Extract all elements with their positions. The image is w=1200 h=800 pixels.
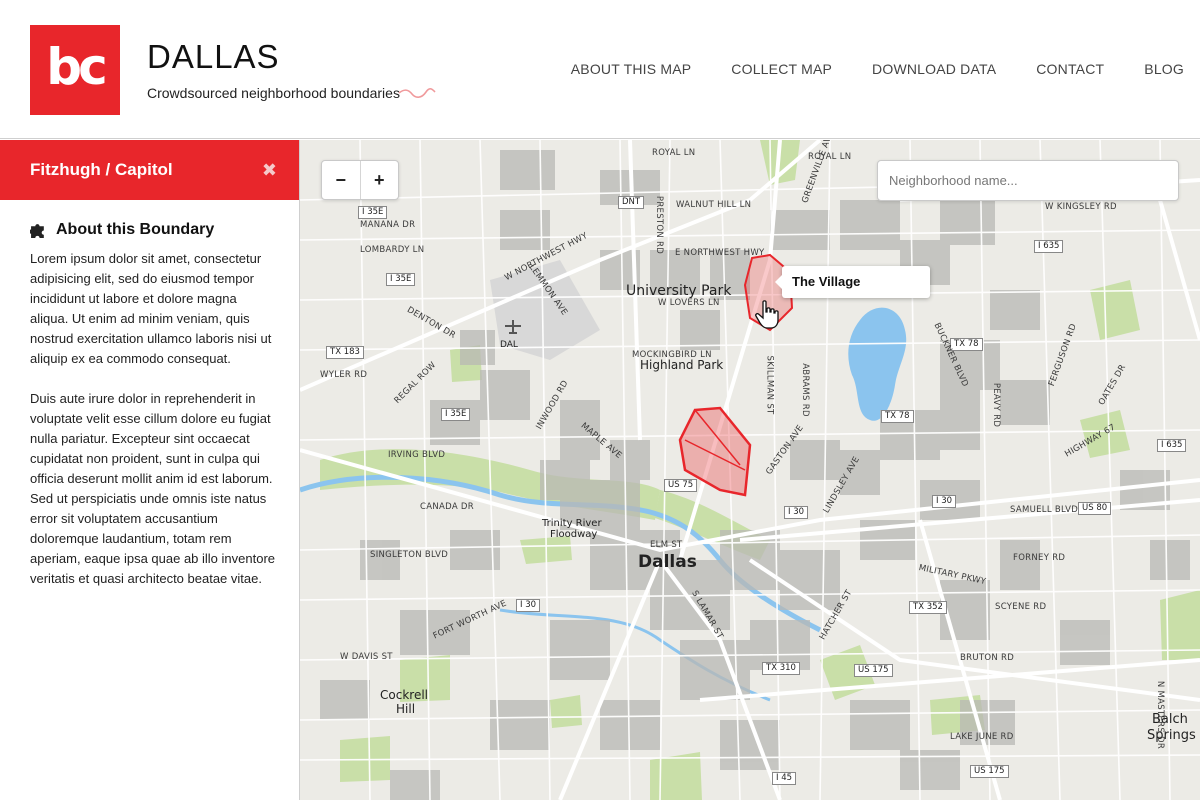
about-heading-text: About this Boundary (56, 221, 215, 238)
shield-tx78: TX 78 (881, 410, 914, 423)
street-label: SKILLMAN ST (764, 355, 775, 415)
zoom-out-button[interactable]: − (322, 161, 360, 199)
shield-i30: I 30 (784, 506, 809, 519)
shield-us175: US 175 (970, 765, 1009, 778)
shield-us80: US 80 (1078, 502, 1112, 515)
squiggle-decoration-icon (398, 88, 436, 98)
nav-about-this-map[interactable]: ABOUT THIS MAP (571, 61, 692, 77)
street-label: WALNUT HILL LN (676, 200, 752, 210)
shield-us175: US 175 (854, 664, 893, 677)
puzzle-icon (30, 223, 44, 238)
street-label: PRESTON RD (654, 195, 665, 255)
place-highland-park: Highland Park (640, 358, 724, 372)
shield-tx183: TX 183 (326, 346, 364, 359)
shield-dnt: DNT (618, 196, 645, 209)
shield-i35e: I 35E (358, 206, 388, 219)
shield-i35e: I 35E (441, 408, 471, 421)
shield-tx310: TX 310 (762, 662, 800, 675)
shield-tx352: TX 352 (909, 601, 947, 614)
street-label: FORNEY RD (1013, 553, 1066, 563)
map-tiles (300, 140, 1200, 800)
about-heading: About this Boundary (30, 221, 299, 239)
place-hill: Hill (396, 702, 416, 716)
zoom-control: − + (321, 160, 399, 200)
nav-blog[interactable]: BLOG (1144, 61, 1184, 77)
shield-i635: I 635 (1157, 439, 1187, 452)
street-label: ELM ST (650, 540, 683, 550)
street-label: ABRAMS RD (799, 363, 810, 417)
site-tagline: Crowdsourced neighborhood boundaries (147, 85, 400, 101)
shield-i30: I 30 (932, 495, 957, 508)
place-floodway: Floodway (550, 529, 598, 540)
place-university-park: University Park (626, 283, 732, 299)
street-label: SAMUELL BLVD (1010, 505, 1079, 515)
street-label: BRUTON RD (960, 653, 1015, 663)
place-dal: DAL (500, 340, 518, 350)
shield-i635: I 635 (1034, 240, 1064, 253)
main-nav: ABOUT THIS MAP COLLECT MAP DOWNLOAD DATA… (571, 61, 1184, 77)
close-icon[interactable]: ✖ (262, 160, 277, 181)
neighborhood-name: Fitzhugh / Capitol (30, 160, 173, 179)
nav-contact[interactable]: CONTACT (1036, 61, 1104, 77)
place-cockrell: Cockrell (380, 688, 428, 702)
zoom-in-button[interactable]: + (359, 161, 399, 199)
shield-i30: I 30 (516, 599, 541, 612)
nav-download-data[interactable]: DOWNLOAD DATA (872, 61, 996, 77)
description-paragraph: Duis aute irure dolor in reprehenderit i… (30, 391, 276, 586)
description-paragraph: Lorem ipsum dolor sit amet, consectetur … (30, 251, 272, 366)
boundary-description: Lorem ipsum dolor sit amet, consectetur … (30, 249, 275, 589)
street-label: ROYAL LN (652, 148, 696, 158)
street-label: LAKE JUNE RD (950, 732, 1014, 742)
brand-logo[interactable]: bc (30, 25, 120, 115)
street-label: SCYENE RD (995, 602, 1047, 612)
neighborhood-tooltip: The Village (775, 266, 930, 298)
nav-collect-map[interactable]: COLLECT MAP (731, 61, 832, 77)
sidebar-header: Fitzhugh / Capitol ✖ (0, 140, 299, 200)
site-header: bc DALLAS Crowdsourced neighborhood boun… (0, 0, 1200, 139)
shield-tx78: TX 78 (950, 338, 983, 351)
street-label: MANANA DR (360, 220, 416, 230)
shield-us75: US 75 (664, 479, 698, 492)
street-label: PEAVY RD (991, 382, 1002, 428)
street-label: WYLER RD (320, 370, 368, 380)
street-label: E NORTHWEST HWY (675, 248, 765, 258)
street-label: N MASTERS DR (1155, 680, 1166, 750)
place-trinity-river: Trinity River (542, 518, 602, 529)
hand-pointer-icon (755, 300, 779, 329)
street-label: MOCKINGBIRD LN (632, 350, 712, 360)
street-label: IRVING BLVD (388, 450, 446, 460)
street-label: CANADA DR (420, 502, 474, 512)
neighborhood-search-input[interactable] (877, 160, 1179, 201)
boundary-sidebar: Fitzhugh / Capitol ✖ About this Boundary… (0, 140, 300, 800)
site-title: DALLAS (147, 38, 280, 75)
street-label: LOMBARDY LN (360, 245, 425, 255)
shield-i35e: I 35E (386, 273, 416, 286)
map-canvas[interactable]: University Park Highland Park Dallas DAL… (300, 140, 1200, 800)
street-label: W DAVIS ST (340, 652, 393, 662)
place-dallas: Dallas (638, 552, 697, 572)
street-label: W LOVERS LN (658, 298, 720, 308)
street-label: SINGLETON BLVD (370, 550, 449, 560)
shield-i45: I 45 (772, 772, 797, 785)
street-label: W KINGSLEY RD (1045, 202, 1117, 212)
